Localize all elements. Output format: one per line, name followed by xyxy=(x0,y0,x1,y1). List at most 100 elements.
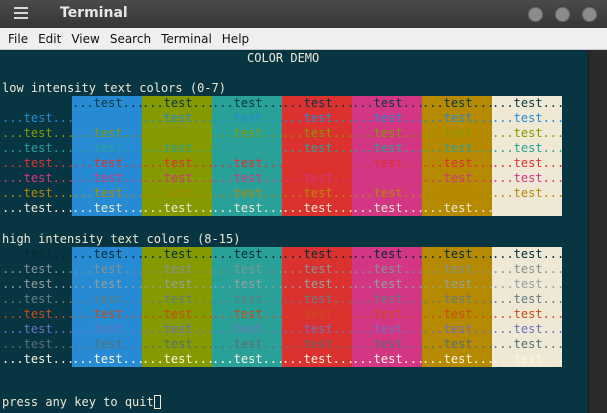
high-cell-r6-c3: ...test... xyxy=(212,337,282,352)
low-cell-r6-c1: ...test... xyxy=(72,186,142,201)
low-cell-r0-c0: ...test... xyxy=(0,96,74,111)
low-cell-r1-c0: ...test... xyxy=(0,111,74,126)
menu-edit[interactable]: Edit xyxy=(33,28,66,50)
high-cell-r0-c7: ...test... xyxy=(492,247,562,262)
high-cell-r3-c4: ...test... xyxy=(282,292,352,307)
low-cell-r2-c4: ...test... xyxy=(282,126,352,141)
quit-prompt: press any key to quit xyxy=(2,395,161,410)
low-cell-r6-c2: ...test... xyxy=(142,186,212,201)
high-cell-r1-c6: ...test... xyxy=(422,262,492,277)
high-cell-r7-c2: ...test... xyxy=(142,352,212,367)
low-cell-r0-c3: ...test... xyxy=(212,96,282,111)
high-cell-r4-c3: ...test... xyxy=(212,307,282,322)
low-cell-r2-c3: ...test... xyxy=(212,126,282,141)
window-title: Terminal xyxy=(60,5,128,21)
high-cell-r6-c7: ...test... xyxy=(492,337,562,352)
high-cell-r0-c6: ...test... xyxy=(422,247,492,262)
low-cell-r1-c7: ...test... xyxy=(492,111,562,126)
maximize-button[interactable] xyxy=(555,7,570,22)
low-cell-r5-c6: ...test... xyxy=(422,171,492,186)
high-cell-r1-c7: ...test... xyxy=(492,262,562,277)
menu-help[interactable]: Help xyxy=(217,28,254,50)
high-cell-r5-c4: ...test... xyxy=(282,322,352,337)
color-demo-header: COLOR DEMO xyxy=(247,51,320,65)
high-cell-r0-c1: ...test... xyxy=(72,247,142,262)
high-cell-r6-c6: ...test... xyxy=(422,337,492,352)
low-cell-r3-c5: ...test... xyxy=(352,141,422,156)
menu-view[interactable]: View xyxy=(66,28,104,50)
low-cell-r5-c3: ...test... xyxy=(212,171,282,186)
high-cell-r4-c6: ...test... xyxy=(422,307,492,322)
high-cell-r5-c3: ...test... xyxy=(212,322,282,337)
low-cell-r2-c6: ...test... xyxy=(422,126,492,141)
low-cell-r3-c4: ...test... xyxy=(282,141,352,156)
menu-terminal[interactable]: Terminal xyxy=(156,28,217,50)
high-cell-r0-c2: ...test... xyxy=(142,247,212,262)
high-cell-r5-c7: ...test... xyxy=(492,322,562,337)
title-bar[interactable]: Terminal xyxy=(0,0,607,29)
high-cell-r5-c1: ...test... xyxy=(72,322,142,337)
low-cell-r1-c6: ...test... xyxy=(422,111,492,126)
close-button[interactable] xyxy=(582,7,597,22)
low-cell-r5-c1: ...test... xyxy=(72,171,142,186)
high-cell-r1-c3: ...test... xyxy=(212,262,282,277)
terminal-window: Terminal File Edit View Search Terminal … xyxy=(0,0,607,413)
high-cell-r3-c1: ...test... xyxy=(72,292,142,307)
high-cell-r3-c2: ...test... xyxy=(142,292,212,307)
menu-file[interactable]: File xyxy=(3,28,33,50)
hamburger-menu-icon[interactable] xyxy=(14,7,28,21)
high-cell-r1-c0: ...test... xyxy=(0,262,74,277)
low-cell-r4-c2: ...test... xyxy=(142,156,212,171)
low-cell-r6-c4: ...test... xyxy=(282,186,352,201)
high-cell-r2-c5: ...test... xyxy=(352,277,422,292)
high-cell-r1-c5: ...test... xyxy=(352,262,422,277)
high-cell-r7-c5: ...test... xyxy=(352,352,422,367)
high-cell-r4-c7: ...test... xyxy=(492,307,562,322)
menu-search[interactable]: Search xyxy=(105,28,156,50)
low-cell-r5-c4: ...test... xyxy=(282,171,352,186)
low-cell-r0-c1: ...test... xyxy=(72,96,142,111)
low-cell-r0-c4: ...test... xyxy=(282,96,352,111)
low-cell-r4-c7: ...test... xyxy=(492,156,562,171)
scrollbar[interactable] xyxy=(588,50,607,413)
low-intensity-label: low intensity text colors (0-7) xyxy=(2,81,226,95)
minimize-button[interactable] xyxy=(528,7,543,22)
high-cell-r5-c2: ...test... xyxy=(142,322,212,337)
terminal-output[interactable]: COLOR DEMO low intensity text colors (0-… xyxy=(0,50,588,413)
low-cell-r7-c5: ...test... xyxy=(352,201,422,216)
quit-prompt-text: press any key to quit xyxy=(2,395,154,409)
low-cell-r0-c2: ...test... xyxy=(142,96,212,111)
low-cell-r3-c2: ...test... xyxy=(142,141,212,156)
high-cell-r4-c4: ...test... xyxy=(282,307,352,322)
low-cell-r0-c6: ...test... xyxy=(422,96,492,111)
menu-bar: File Edit View Search Terminal Help xyxy=(0,28,607,50)
high-cell-r3-c0: ...test... xyxy=(0,292,74,307)
high-cell-r2-c6: ...test... xyxy=(422,277,492,292)
high-cell-r4-c1: ...test... xyxy=(72,307,142,322)
low-cell-r7-c1: ...test... xyxy=(72,201,142,216)
high-intensity-label: high intensity text colors (8-15) xyxy=(2,232,241,246)
high-cell-r1-c2: ...test... xyxy=(142,262,212,277)
low-cell-r5-c2: ...test... xyxy=(142,171,212,186)
high-cell-r7-c0: ...test... xyxy=(0,352,74,367)
high-cell-r7-c7: ...test... xyxy=(492,352,562,367)
low-cell-r1-c5: ...test... xyxy=(352,111,422,126)
low-cell-r4-c5: ...test... xyxy=(352,156,422,171)
high-cell-r0-c0: ...test... xyxy=(0,247,74,262)
low-cell-r2-c0: ...test... xyxy=(0,126,74,141)
low-cell-r1-c4: ...test... xyxy=(282,111,352,126)
low-cell-r4-c4: ...test... xyxy=(282,156,352,171)
low-cell-r6-c5: ...test... xyxy=(352,186,422,201)
text-cursor xyxy=(153,395,161,409)
low-cell-r6-c7: ...test... xyxy=(492,186,562,201)
high-cell-r2-c2: ...test... xyxy=(142,277,212,292)
high-cell-r1-c1: ...test... xyxy=(72,262,142,277)
high-cell-r2-c0: ...test... xyxy=(0,277,74,292)
high-cell-r0-c3: ...test... xyxy=(212,247,282,262)
high-cell-r3-c3: ...test... xyxy=(212,292,282,307)
low-cell-r7-c0: ...test... xyxy=(0,201,74,216)
high-cell-r5-c0: ...test... xyxy=(0,322,74,337)
high-cell-r2-c7: ...test... xyxy=(492,277,562,292)
high-cell-r3-c5: ...test... xyxy=(352,292,422,307)
low-cell-r3-c3: ...test... xyxy=(212,141,282,156)
